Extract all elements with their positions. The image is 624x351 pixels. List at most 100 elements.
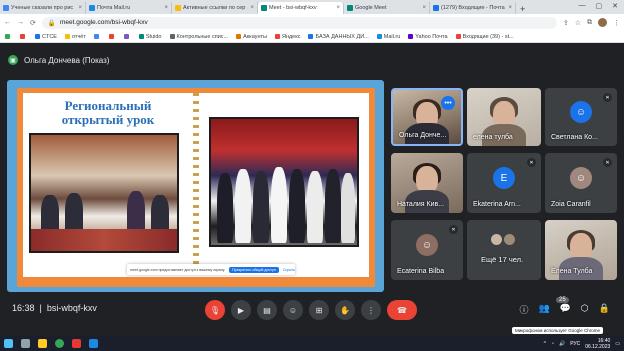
slide-book: Региональный открытый урок <box>23 93 369 277</box>
raise-hand-icon[interactable]: ✋ <box>335 300 355 320</box>
bookmark-item[interactable]: Stuido <box>138 34 162 40</box>
share-banner-text: meet.google.com предоставляет доступ к в… <box>130 267 226 272</box>
participant-tile[interactable]: Наталия Кив... <box>391 153 463 213</box>
host-controls-icon[interactable]: 🔒 <box>599 303 610 316</box>
bookmark-item[interactable]: отчёт <box>64 34 86 40</box>
bookmark-item[interactable]: Контрольные спис... <box>169 34 228 40</box>
participant-tile[interactable]: ✕ ☺ Ecaterina Bilba <box>391 220 463 280</box>
star-icon[interactable]: ☆ <box>575 19 581 27</box>
presentation-stage[interactable]: Региональный открытый урок meet.google.c… <box>7 80 384 292</box>
windows-start-icon[interactable] <box>4 339 13 348</box>
profile-avatar[interactable] <box>598 18 607 27</box>
tab-close-icon[interactable]: × <box>78 5 82 11</box>
participant-tile[interactable]: елена тулба <box>467 88 541 146</box>
bookmark-item[interactable] <box>123 34 131 39</box>
bookmark-item[interactable]: CTCE <box>35 34 57 40</box>
hide-banner-button[interactable]: Скрыть <box>283 268 295 272</box>
chat-icon[interactable]: 💬 <box>560 303 571 316</box>
url-text: meet.google.com/bsi-wbqf-kxv <box>59 19 148 26</box>
meeting-time: 16:38 <box>12 303 35 313</box>
word-icon[interactable] <box>89 339 98 348</box>
more-options-icon[interactable]: ••• <box>441 96 455 110</box>
notifications-icon[interactable]: ▭ <box>615 341 620 347</box>
back-icon[interactable]: ← <box>4 19 11 26</box>
forward-icon[interactable]: → <box>17 19 24 26</box>
file-explorer-icon[interactable] <box>38 339 47 348</box>
participant-tile[interactable]: ✕ ☺ Светлана Ко... <box>545 88 617 146</box>
browser-tab[interactable]: Google Meet × <box>344 2 430 14</box>
bookmark-item[interactable] <box>93 34 101 39</box>
bookmark-item[interactable] <box>20 34 27 39</box>
search-icon[interactable] <box>21 339 30 348</box>
bookmark-icon <box>408 34 414 39</box>
activities-icon[interactable]: ⬡ <box>581 303 589 316</box>
bookmark-item[interactable] <box>5 34 12 39</box>
system-tray: ^ ◔ 🔊 РУС 16:40 06.12.2023 ▭ <box>544 336 620 351</box>
participant-tile[interactable]: ✕ ☺ Zoia Caranfil <box>545 153 617 213</box>
participant-tile[interactable]: ••• Ольга Донче... <box>391 88 463 146</box>
clock[interactable]: 16:40 06.12.2023 <box>585 338 610 350</box>
tab-favicon <box>89 5 95 11</box>
tab-favicon <box>175 5 181 11</box>
emoji-icon[interactable]: ☺ <box>283 300 303 320</box>
bookmark-item[interactable]: БАЗА ДАННЫХ ДИ... <box>308 34 369 40</box>
browser-tab[interactable]: Почта Mail.ru × <box>86 2 172 14</box>
bookmarks-bar: CTCE отчёт Stuido Контрольные спис... Аккаун… <box>0 31 624 43</box>
bookmark-icon <box>35 34 40 39</box>
participant-name: Наталия Кив... <box>397 201 445 208</box>
info-icon[interactable]: ⓘ <box>519 303 528 316</box>
tab-label: Почта Mail.ru <box>97 5 131 11</box>
tab-label: Ученые сказали про рис <box>11 5 74 11</box>
language-indicator[interactable]: РУС <box>570 341 580 347</box>
menu-icon[interactable]: ⋮ <box>613 19 620 27</box>
captions-icon[interactable]: ▤ <box>257 300 277 320</box>
bookmark-item[interactable]: Mail.ru <box>376 34 400 40</box>
bookmark-icon <box>64 34 70 39</box>
present-icon[interactable]: ⊞ <box>309 300 329 320</box>
network-icon[interactable]: ◔ <box>551 341 554 347</box>
tab-close-icon[interactable]: × <box>336 5 340 11</box>
bookmark-item[interactable]: Аккаунты <box>236 34 267 40</box>
tab-close-icon[interactable]: × <box>508 5 512 11</box>
omnibox[interactable]: 🔒 meet.google.com/bsi-wbqf-kxv <box>41 16 557 29</box>
stop-sharing-button[interactable]: Прекратить общий доступ <box>229 266 279 273</box>
classroom-photo-1 <box>29 133 179 253</box>
tab-close-icon[interactable]: × <box>422 5 426 11</box>
participant-tile[interactable]: ✕ E Ekaterina Arn... <box>467 153 541 213</box>
browser-tab[interactable]: Ученые сказали про рис × <box>0 2 86 14</box>
bookmark-item[interactable] <box>108 34 116 39</box>
bookmark-label: Аккаунты <box>243 33 267 40</box>
browser-tab[interactable]: Meet - bsi-wbqf-kxv × <box>258 2 344 14</box>
people-icon[interactable]: 👥 <box>538 303 549 316</box>
stacked-avatars <box>491 234 515 245</box>
bookmark-item[interactable]: Входящие (39) - st... <box>455 34 514 40</box>
side-panel-icons: ⓘ 👥 💬 ⬡ 🔒 <box>519 303 610 316</box>
more-options-icon[interactable]: ⋮ <box>361 300 381 320</box>
participant-avatar: ☺ <box>416 234 438 256</box>
more-participants-label: Ещё 17 чел. <box>481 255 524 264</box>
extensions-icon[interactable]: ⧉ <box>587 19 592 27</box>
new-tab-button[interactable]: + <box>516 4 529 14</box>
slide-title-line1: Региональный <box>64 98 152 113</box>
app-icon[interactable] <box>72 339 81 348</box>
volume-icon[interactable]: 🔊 <box>559 341 565 347</box>
minimize-icon[interactable]: — <box>579 2 586 10</box>
close-window-icon[interactable]: ✕ <box>612 2 618 10</box>
reload-icon[interactable]: ⟳ <box>30 19 36 27</box>
bookmark-item[interactable]: Яндекс <box>274 34 300 40</box>
participant-tile[interactable]: Елена Тулба <box>545 220 617 280</box>
share-icon[interactable]: ⇪ <box>563 19 569 27</box>
browser-tab[interactable]: Активные ссылки по сер × <box>172 2 258 14</box>
tab-close-icon[interactable]: × <box>164 5 168 11</box>
mic-off-icon[interactable]: 🎙 <box>205 300 225 320</box>
tray-arrow-icon[interactable]: ^ <box>544 341 546 347</box>
bookmark-item[interactable]: Yahoo Почта <box>408 34 448 40</box>
chrome-icon[interactable] <box>55 339 64 348</box>
maximize-icon[interactable]: ▢ <box>596 2 603 10</box>
leave-call-button[interactable]: ☎ <box>387 300 417 320</box>
tab-close-icon[interactable]: × <box>250 5 254 11</box>
windows-taskbar <box>0 336 624 351</box>
camera-icon[interactable]: ▶ <box>231 300 251 320</box>
more-participants-tile[interactable]: Ещё 17 чел. <box>467 220 541 280</box>
browser-tab[interactable]: (1279) Входящие - Почта × <box>430 2 516 14</box>
